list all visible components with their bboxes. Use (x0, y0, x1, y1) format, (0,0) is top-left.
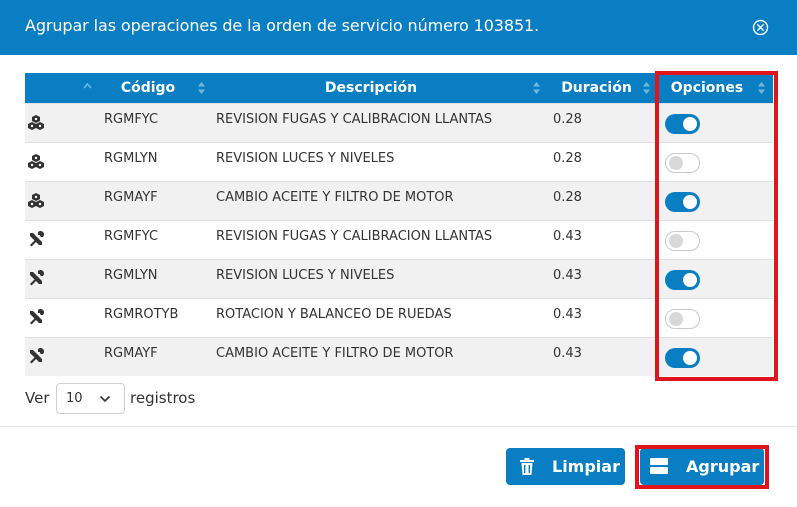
cell-codigo: RGMAYF (104, 190, 158, 205)
table-row: RGMFYC REVISION FUGAS Y CALIBRACION LLAN… (25, 103, 773, 142)
footer-divider (0, 426, 797, 427)
include-toggle[interactable] (665, 192, 700, 212)
group-button[interactable]: Agrupar (640, 448, 764, 485)
tools-icon (30, 348, 44, 364)
table-row: RGMROTYB ROTACION Y BALANCEO DE RUEDAS 0… (25, 298, 773, 337)
table-row: RGMAYF CAMBIO ACEITE Y FILTRO DE MOTOR 0… (25, 337, 773, 376)
group-icon (650, 458, 668, 474)
operations-table: Código Descripción Duración Opciones RGM… (25, 73, 773, 376)
cell-duracion: 0.28 (553, 151, 582, 166)
clear-button-label: Limpiar (552, 457, 620, 476)
cell-descripcion: CAMBIO ACEITE Y FILTRO DE MOTOR (216, 190, 454, 205)
tools-icon (30, 231, 44, 247)
sort-icon[interactable] (757, 81, 766, 95)
toggle-knob (683, 273, 697, 287)
cell-descripcion: ROTACION Y BALANCEO DE RUEDAS (216, 307, 452, 322)
packages-icon (28, 154, 44, 169)
cell-descripcion: REVISION LUCES Y NIVELES (216, 151, 395, 166)
cell-codigo: RGMLYN (104, 268, 158, 283)
length-label-after: registros (130, 389, 196, 407)
include-toggle[interactable] (665, 231, 700, 251)
toggle-knob (669, 234, 683, 248)
sort-asc-icon[interactable] (83, 81, 92, 95)
cell-descripcion: REVISION FUGAS Y CALIBRACION LLANTAS (216, 112, 493, 127)
tools-icon (30, 309, 44, 325)
dialog-header: Agrupar las operaciones de la orden de s… (0, 0, 797, 55)
chevron-down-icon (99, 395, 111, 403)
include-toggle[interactable] (665, 309, 700, 329)
cell-duracion: 0.28 (553, 190, 582, 205)
table-row: RGMLYN REVISION LUCES Y NIVELES 0.43 (25, 259, 773, 298)
toggle-knob (669, 156, 683, 170)
cell-duracion: 0.43 (553, 229, 582, 244)
cell-codigo: RGMAYF (104, 346, 158, 361)
cell-descripcion: REVISION LUCES Y NIVELES (216, 268, 395, 283)
include-toggle[interactable] (665, 348, 700, 368)
cell-duracion: 0.43 (553, 307, 582, 322)
clear-button[interactable]: Limpiar (506, 448, 625, 485)
cell-codigo: RGMFYC (104, 229, 159, 244)
column-opciones[interactable]: Opciones (667, 73, 747, 103)
group-operations-dialog: Agrupar las operaciones de la orden de s… (0, 0, 797, 507)
toggle-knob (669, 312, 683, 326)
length-label-before: Ver (25, 389, 50, 407)
cell-codigo: RGMLYN (104, 151, 158, 166)
toggle-knob (683, 117, 697, 131)
cell-codigo: RGMROTYB (104, 307, 179, 322)
cell-duracion: 0.43 (553, 346, 582, 361)
tools-icon (30, 270, 44, 286)
page-length-value: 10 (66, 391, 83, 406)
table-row: RGMAYF CAMBIO ACEITE Y FILTRO DE MOTOR 0… (25, 181, 773, 220)
include-toggle[interactable] (665, 270, 700, 290)
packages-icon (28, 115, 44, 130)
cell-duracion: 0.43 (553, 268, 582, 283)
toggle-knob (683, 351, 697, 365)
include-toggle[interactable] (665, 153, 700, 173)
include-toggle[interactable] (665, 114, 700, 134)
cell-codigo: RGMFYC (104, 112, 159, 127)
cell-descripcion: CAMBIO ACEITE Y FILTRO DE MOTOR (216, 346, 454, 361)
cell-descripcion: REVISION FUGAS Y CALIBRACION LLANTAS (216, 229, 493, 244)
table-row: RGMFYC REVISION FUGAS Y CALIBRACION LLAN… (25, 220, 773, 259)
table-row: RGMLYN REVISION LUCES Y NIVELES 0.28 (25, 142, 773, 181)
dialog-title: Agrupar las operaciones de la orden de s… (25, 16, 540, 35)
sort-icon[interactable] (532, 81, 541, 95)
table-header: Código Descripción Duración Opciones (25, 73, 773, 103)
cell-duracion: 0.28 (553, 112, 582, 127)
column-codigo[interactable]: Código (117, 73, 179, 103)
column-descripcion[interactable]: Descripción (321, 73, 421, 103)
sort-icon[interactable] (642, 81, 651, 95)
group-button-label: Agrupar (686, 457, 760, 476)
close-icon[interactable] (752, 19, 769, 36)
column-duracion[interactable]: Duración (560, 73, 633, 103)
trash-icon (520, 458, 534, 475)
sort-icon[interactable] (197, 81, 206, 95)
page-length-select[interactable]: 10 (56, 383, 125, 414)
packages-icon (28, 193, 44, 208)
toggle-knob (683, 195, 697, 209)
